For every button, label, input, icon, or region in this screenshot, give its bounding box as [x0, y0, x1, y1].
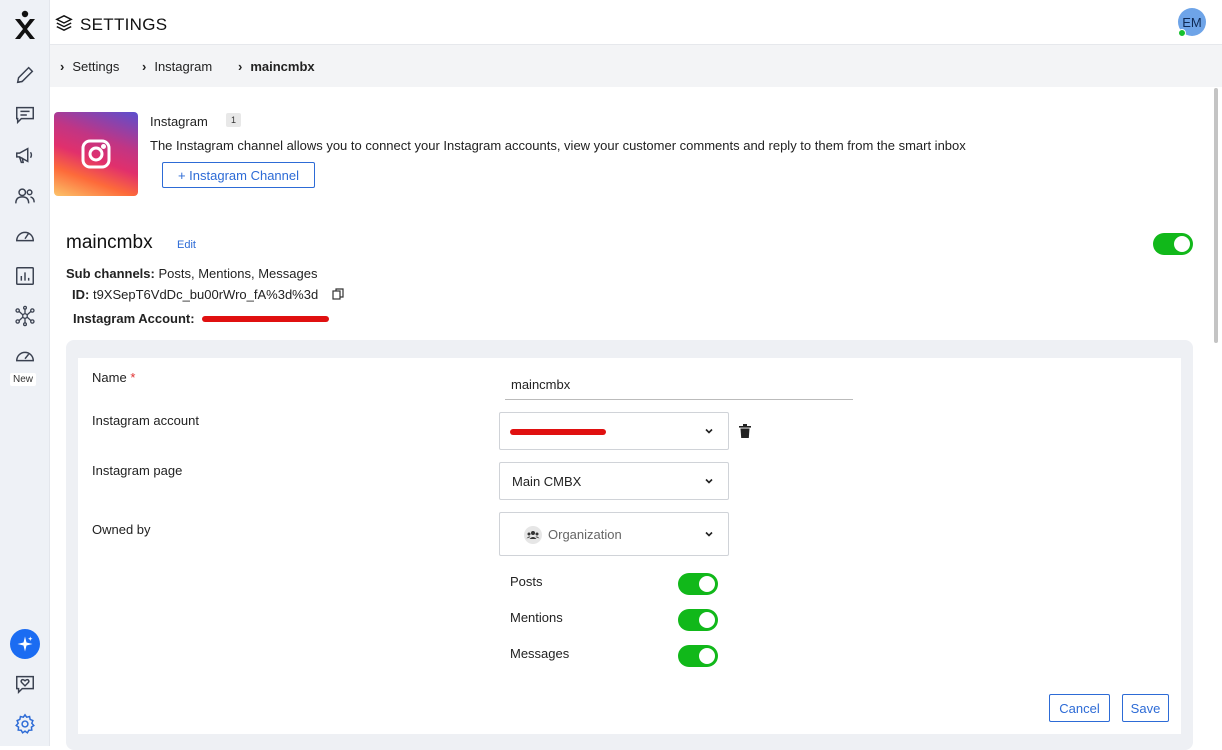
mentions-toggle[interactable] [678, 609, 718, 631]
megaphone-icon[interactable] [14, 144, 36, 166]
channel-description: The Instagram channel allows you to conn… [150, 138, 966, 153]
instagram-account-select[interactable] [499, 412, 729, 450]
instagram-account-label: Instagram account [92, 413, 199, 428]
channel-name: Instagram [150, 114, 208, 129]
messages-toggle[interactable] [678, 645, 718, 667]
redacted-account-id [202, 316, 329, 322]
add-instagram-channel-button[interactable]: + Instagram Channel [162, 162, 315, 188]
instagram-page-select[interactable]: Main CMBX [499, 462, 729, 500]
owned-by-value: Organization [548, 527, 622, 542]
dashboard-gauge-icon[interactable] [14, 225, 36, 247]
pencil-icon[interactable] [14, 64, 36, 86]
sidebar: New [0, 0, 50, 746]
chevron-right-icon: › [60, 59, 65, 74]
page-title: SETTINGS [80, 15, 168, 34]
instagram-page-label: Instagram page [92, 463, 183, 478]
reports-chart-icon[interactable] [14, 265, 36, 287]
cancel-button[interactable]: Cancel [1049, 694, 1110, 722]
sparkle-icon [17, 636, 33, 652]
online-status-dot [1178, 29, 1186, 37]
app-logo-icon[interactable] [13, 10, 37, 40]
copy-icon[interactable] [332, 288, 344, 300]
users-icon[interactable] [14, 185, 36, 207]
settings-gear-icon[interactable] [14, 713, 36, 735]
ai-assistant-button[interactable] [10, 629, 40, 659]
name-label: Name * [92, 370, 136, 385]
chevron-down-icon [705, 531, 713, 537]
instagram-account-line: Instagram Account: [73, 311, 195, 326]
breadcrumb-item-current: › maincmbx [238, 59, 315, 74]
scrollbar[interactable] [1214, 88, 1218, 343]
layers-icon [55, 14, 73, 32]
chevron-right-icon: › [142, 59, 147, 74]
posts-switch-label: Posts [510, 574, 543, 589]
new-badge: New [10, 373, 37, 386]
sub-channels-line: Sub channels: Posts, Mentions, Messages [66, 266, 318, 281]
posts-toggle[interactable] [678, 573, 718, 595]
chevron-right-icon: › [238, 59, 243, 74]
mentions-switch-label: Mentions [510, 610, 563, 625]
account-enabled-toggle[interactable] [1153, 233, 1193, 255]
chevron-down-icon [705, 428, 713, 434]
account-name: maincmbx [66, 232, 153, 253]
inbox-chat-icon[interactable] [14, 104, 36, 126]
id-line: ID: t9XSepT6VdDc_bu00rWro_fA%3d%3d [72, 287, 319, 302]
owned-by-label: Owned by [92, 522, 151, 537]
chevron-down-icon [705, 478, 713, 484]
save-button[interactable]: Save [1122, 694, 1169, 722]
trash-icon[interactable] [739, 424, 751, 438]
breadcrumb-item-settings[interactable]: › Settings [60, 59, 119, 74]
feedback-heart-icon[interactable] [14, 673, 36, 695]
channel-count-badge: 1 [226, 113, 242, 127]
name-input[interactable] [505, 370, 853, 400]
breadcrumb-item-instagram[interactable]: › Instagram [142, 59, 212, 74]
edit-account-link[interactable]: Edit [177, 239, 196, 251]
network-icon[interactable] [14, 305, 36, 327]
owned-by-select[interactable]: Organization [499, 512, 729, 556]
redacted-account-value [510, 429, 606, 435]
organization-icon [524, 526, 542, 544]
breadcrumb: › Settings › Instagram › maincmbx [50, 45, 1222, 87]
speedometer-icon[interactable] [14, 345, 36, 367]
instagram-logo-icon [54, 112, 138, 196]
instagram-page-value: Main CMBX [512, 474, 582, 489]
top-header: SETTINGS EM [50, 0, 1222, 45]
messages-switch-label: Messages [510, 646, 570, 661]
